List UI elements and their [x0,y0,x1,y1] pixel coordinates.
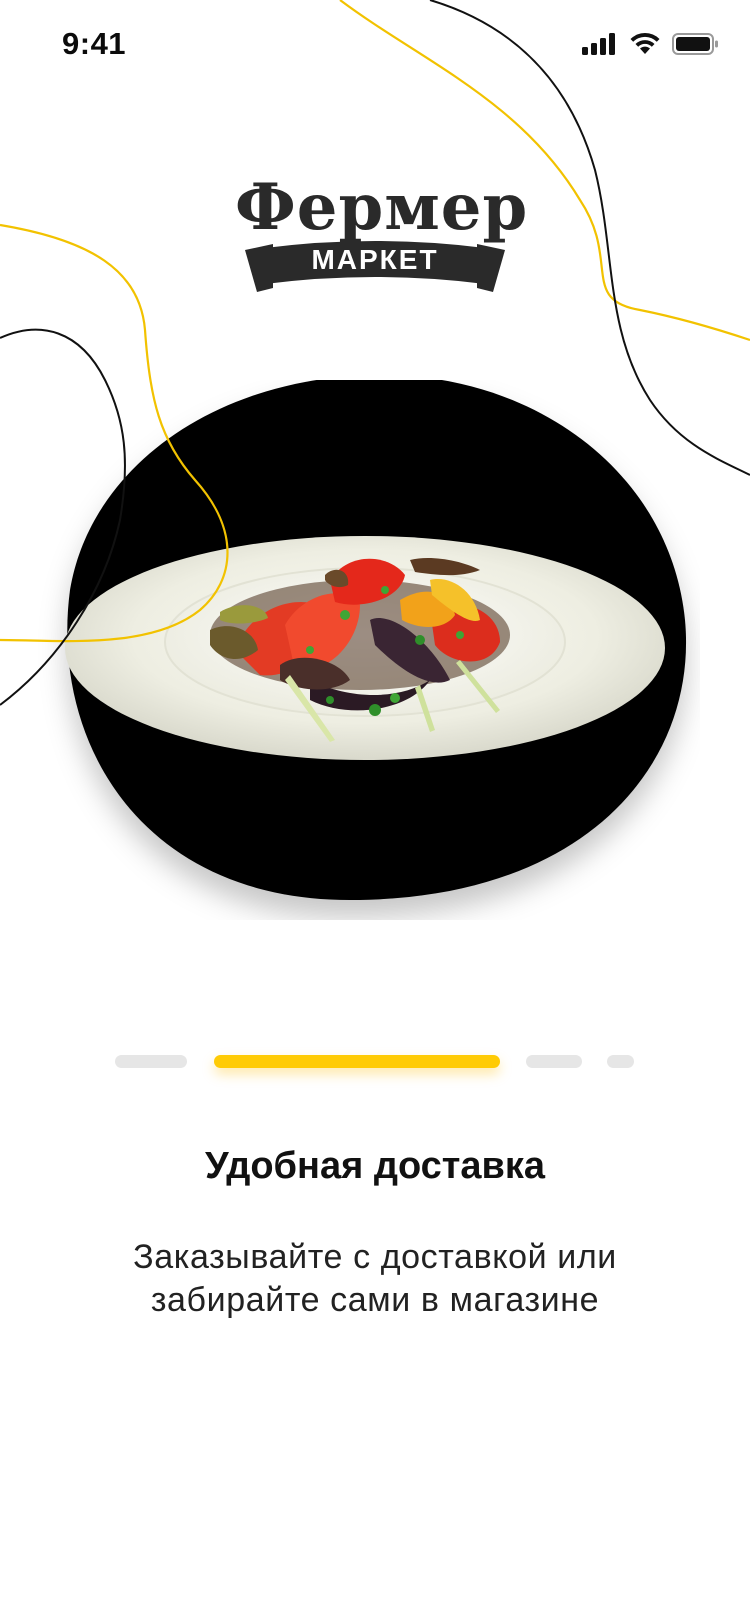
status-time: 9:41 [62,26,127,61]
pager-dot-3[interactable] [526,1055,582,1068]
status-bar: 9:41 [0,0,750,94]
hero-food-image [65,380,686,900]
brand-logo: Фермер МАРКЕТ [235,170,529,300]
onboarding-pager [0,1053,750,1073]
onboarding-description: Заказывайте с доставкой или забирайте са… [0,1236,750,1322]
logo-ribbon-text: МАРКЕТ [311,244,439,275]
onboarding-description-line-2: забирайте сами в магазине [150,1281,600,1319]
cellular-signal-icon [582,33,615,55]
status-icons [582,32,720,56]
pager-dot-1[interactable] [115,1055,187,1068]
pager-dot-4[interactable] [607,1055,634,1068]
wifi-icon [630,32,660,54]
logo-wordmark: Фермер [235,170,529,245]
battery-icon [672,33,718,55]
onboarding-title: Удобная доставка [204,1145,546,1187]
onboarding-description-line-1: Заказывайте с доставкой или [133,1238,617,1276]
pager-dot-2-active[interactable] [214,1055,500,1068]
